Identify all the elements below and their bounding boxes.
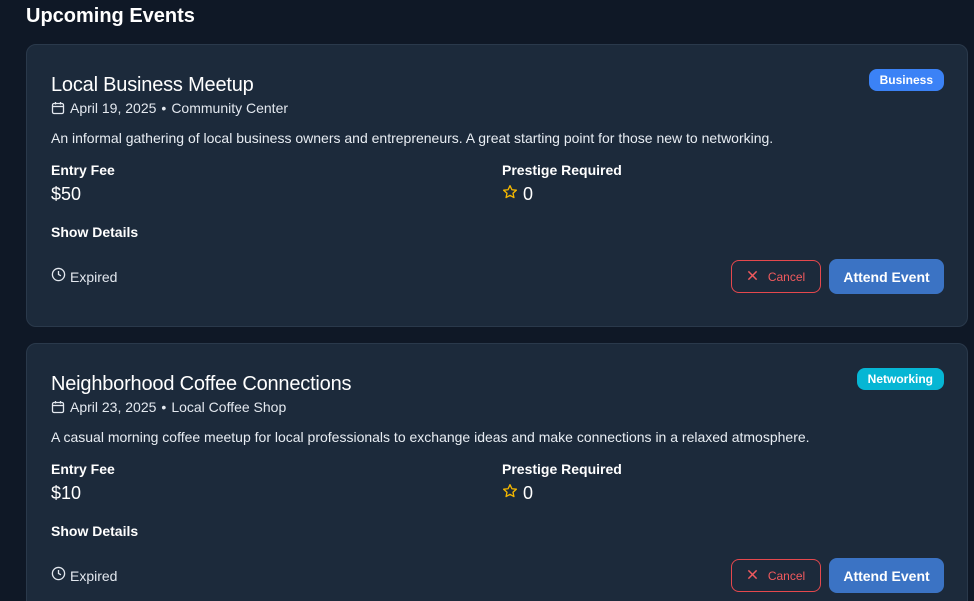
- prestige-value: 0: [502, 183, 533, 205]
- event-status: Expired: [51, 566, 117, 585]
- meta-separator: •: [161, 399, 167, 415]
- event-description: An informal gathering of local business …: [51, 130, 774, 146]
- meta-separator: •: [161, 100, 167, 116]
- event-location: Local Coffee Shop: [171, 399, 287, 415]
- prestige-label: Prestige Required: [502, 162, 622, 178]
- entry-fee-value: $10: [51, 482, 81, 504]
- entry-fee-amount: $10: [51, 483, 82, 503]
- event-meta: April 23, 2025 • Local Coffee Shop: [51, 398, 286, 416]
- prestige-label: Prestige Required: [502, 461, 622, 477]
- star-icon: [502, 482, 518, 504]
- cancel-button[interactable]: Cancel: [731, 260, 821, 293]
- event-title: Local Business Meetup: [51, 74, 254, 96]
- clock-icon: [51, 267, 66, 286]
- event-date: April 23, 2025: [70, 399, 157, 415]
- attend-event-button[interactable]: Attend Event: [829, 558, 944, 593]
- star-icon: [502, 183, 518, 205]
- entry-fee-label: Entry Fee: [51, 162, 115, 178]
- entry-fee-value: $50: [51, 183, 81, 205]
- event-card: Neighborhood Coffee Connections Networki…: [26, 343, 968, 601]
- category-badge: Networking: [856, 368, 944, 390]
- page-title: Upcoming Events: [26, 5, 195, 27]
- prestige-value: 0: [502, 482, 533, 504]
- calendar-icon: [51, 400, 65, 414]
- attend-event-button[interactable]: Attend Event: [829, 259, 944, 294]
- calendar-icon: [51, 101, 65, 115]
- x-icon: [747, 569, 758, 583]
- entry-fee-label: Entry Fee: [51, 461, 115, 477]
- status-text: Expired: [70, 567, 118, 584]
- clock-icon: [51, 566, 66, 585]
- cancel-label: Cancel: [767, 269, 806, 284]
- event-title: Neighborhood Coffee Connections: [51, 373, 352, 395]
- x-icon: [747, 270, 758, 284]
- cancel-label: Cancel: [767, 568, 806, 583]
- prestige-amount: 0: [523, 483, 534, 503]
- event-meta: April 19, 2025 • Community Center: [51, 99, 288, 117]
- event-description: A casual morning coffee meetup for local…: [51, 429, 810, 445]
- status-text: Expired: [70, 268, 118, 285]
- events-page: Upcoming Events Local Business Meetup Bu…: [0, 0, 974, 601]
- show-details-toggle[interactable]: Show Details: [51, 223, 138, 241]
- show-details-toggle[interactable]: Show Details: [51, 522, 138, 540]
- prestige-amount: 0: [523, 184, 534, 204]
- category-badge: Business: [868, 69, 944, 91]
- event-date: April 19, 2025: [70, 100, 157, 116]
- event-location: Community Center: [171, 100, 289, 116]
- event-status: Expired: [51, 267, 117, 286]
- cancel-button[interactable]: Cancel: [731, 559, 821, 592]
- event-card: Local Business Meetup Business April 19,…: [26, 44, 968, 327]
- entry-fee-amount: $50: [51, 184, 82, 204]
